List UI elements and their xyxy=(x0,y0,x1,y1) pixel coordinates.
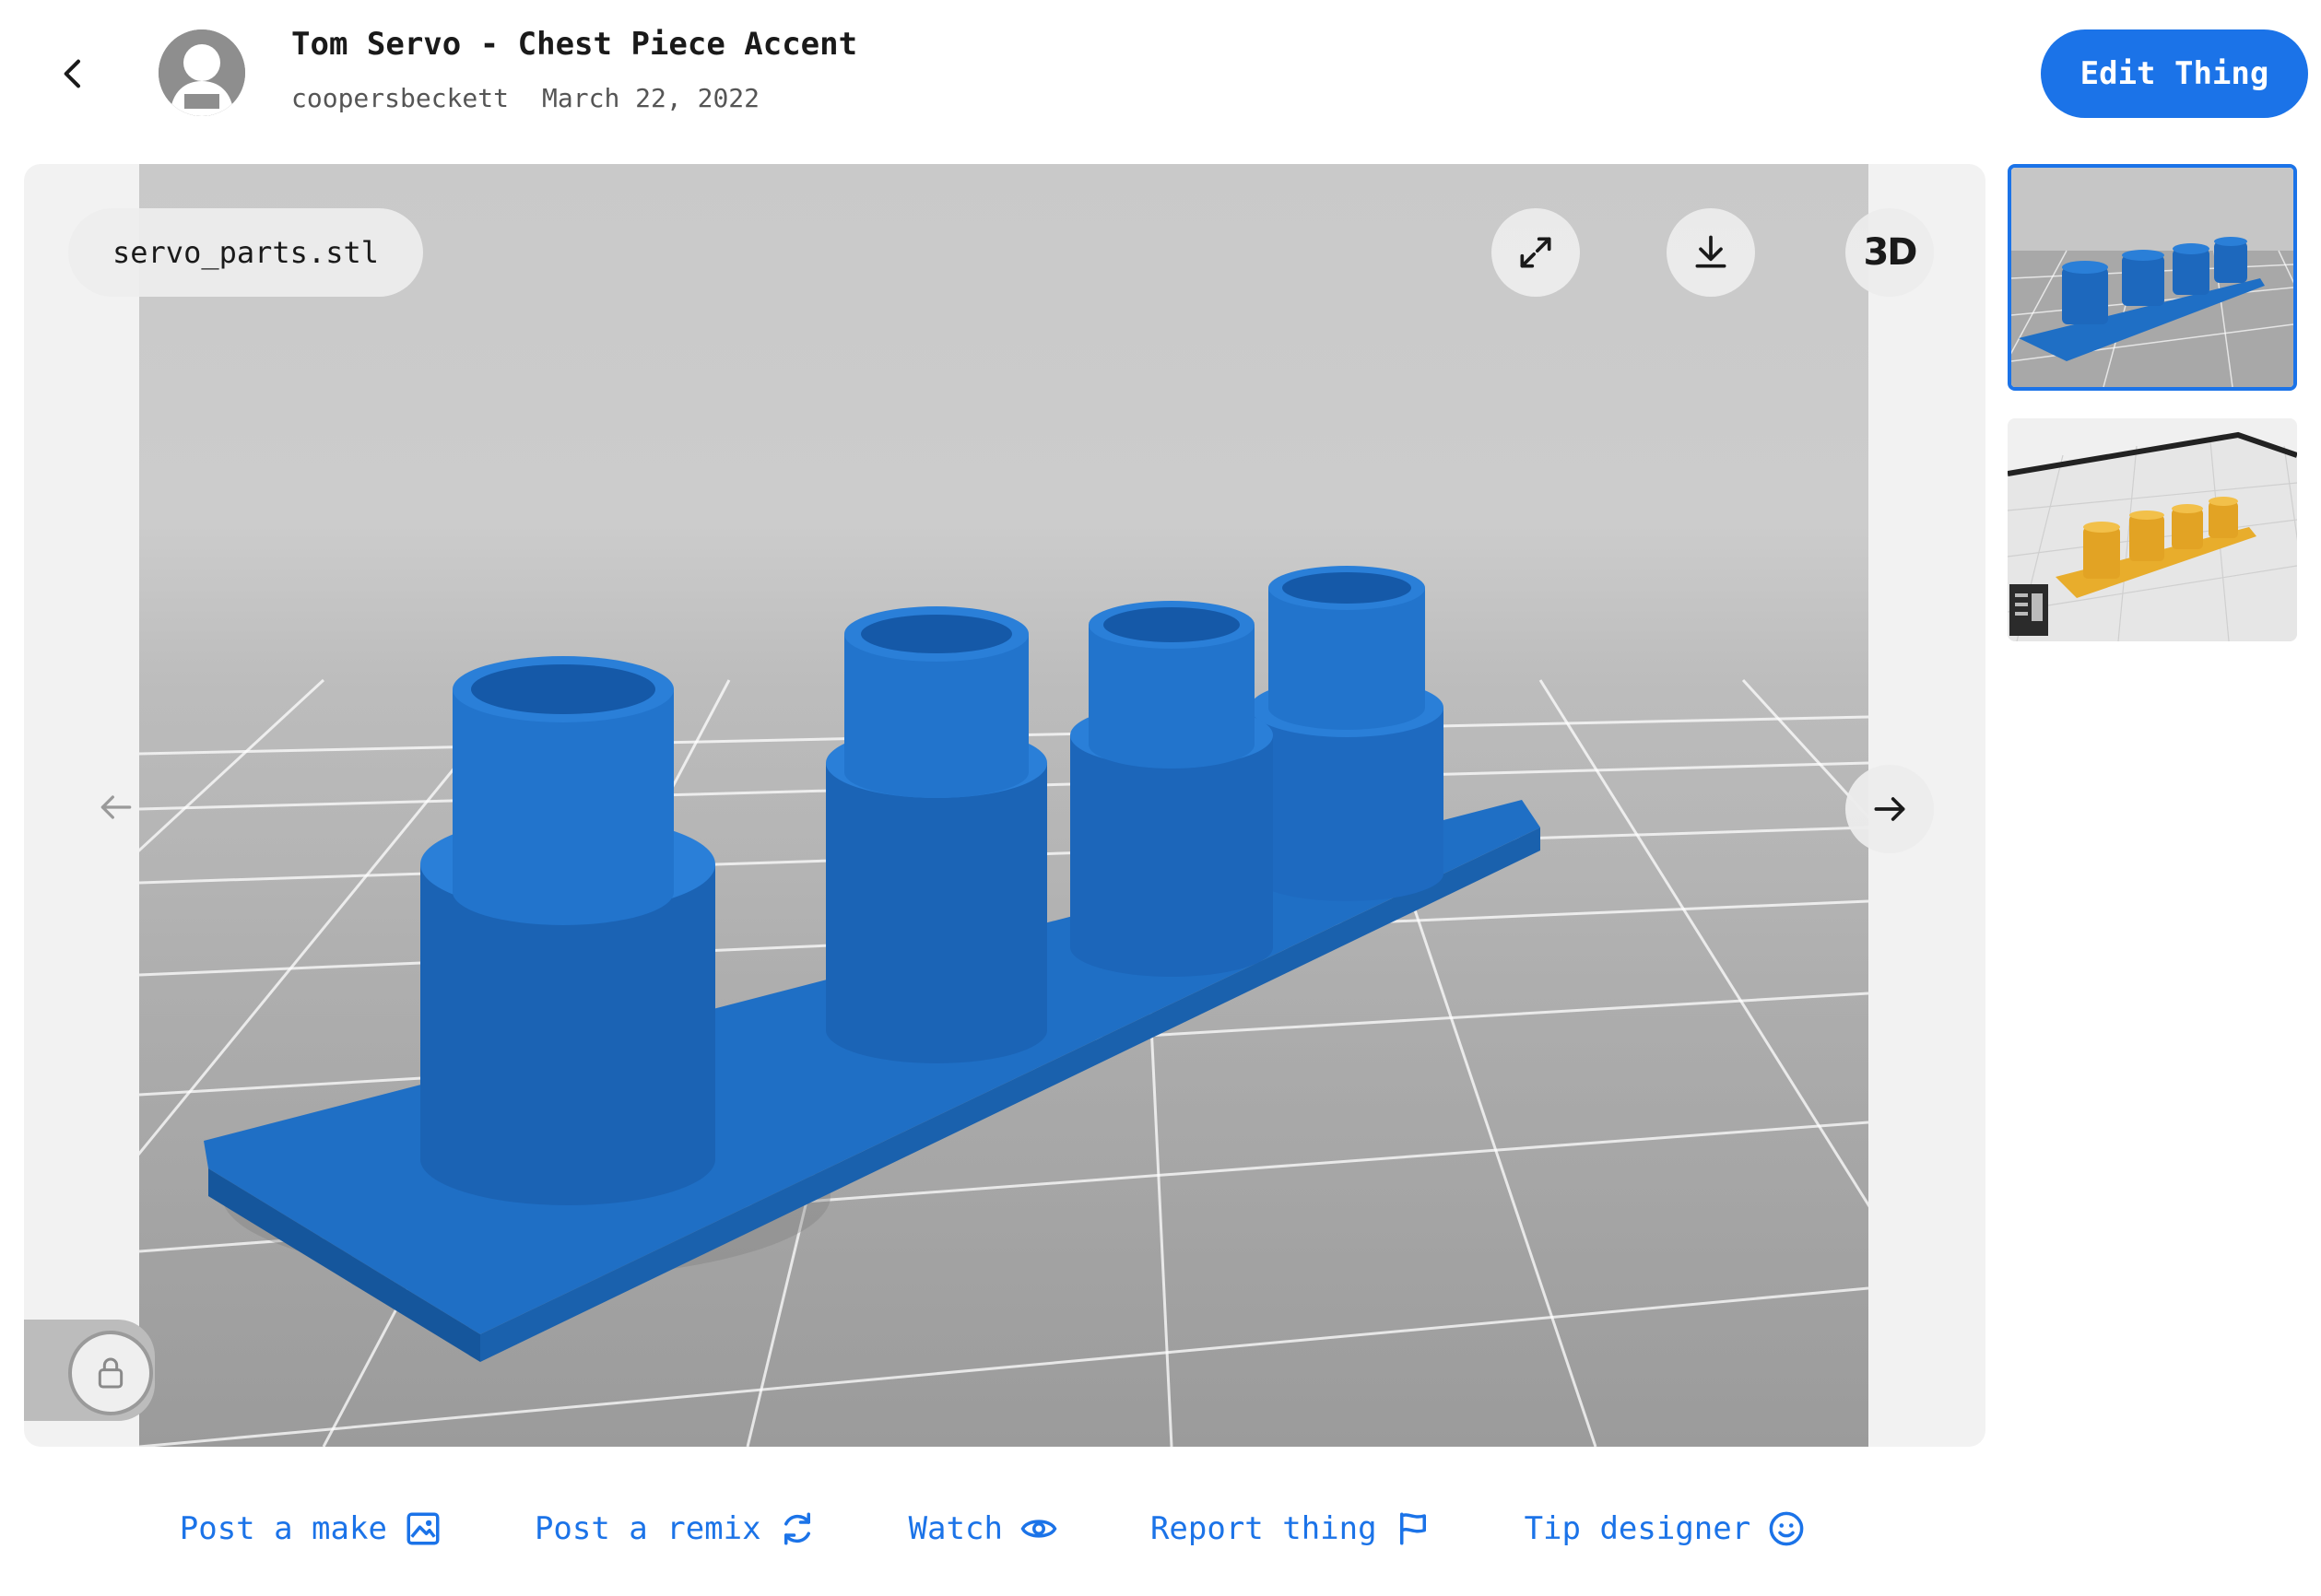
post-make-label: Post a make xyxy=(179,1510,387,1547)
model-viewer: servo_parts.stl 3D xyxy=(24,164,1985,1447)
view-3d-button[interactable]: 3D xyxy=(1845,208,1934,297)
eye-icon xyxy=(1020,1520,1057,1538)
avatar[interactable] xyxy=(159,29,245,116)
publish-date: March 22, 2022 xyxy=(542,83,760,113)
thumbnail-blue-render[interactable] xyxy=(2008,164,2297,391)
thumbnail-slicer-preview[interactable] xyxy=(2008,418,2297,641)
author-link[interactable]: coopersbeckett xyxy=(291,83,509,113)
tip-designer-button[interactable]: Tip designer xyxy=(1525,1509,1807,1548)
edit-thing-button[interactable]: Edit Thing xyxy=(2041,29,2308,118)
page-title: Tom Servo - Chest Piece Accent xyxy=(291,26,858,63)
watch-button[interactable]: Watch xyxy=(909,1509,1058,1548)
thing-meta: coopersbeckett March 22, 2022 xyxy=(291,83,760,113)
arrow-left-icon xyxy=(100,795,132,819)
lock-icon xyxy=(98,1357,124,1389)
user-avatar-icon xyxy=(159,29,245,116)
image-icon xyxy=(406,1512,440,1545)
file-name-pill[interactable]: servo_parts.stl xyxy=(68,208,423,297)
next-image-button[interactable] xyxy=(1845,765,1934,853)
back-button[interactable] xyxy=(46,46,101,101)
view-3d-icon: 3D xyxy=(1863,231,1917,274)
thumbnail-image xyxy=(2008,418,2297,641)
expand-icon xyxy=(1520,237,1551,268)
post-remix-button[interactable]: Post a remix xyxy=(535,1509,817,1548)
lock-button[interactable] xyxy=(68,1331,153,1415)
thing-actions: Post a make Post a remix Watch Report th… xyxy=(0,1509,1985,1548)
post-make-button[interactable]: Post a make xyxy=(180,1509,442,1548)
report-thing-button[interactable]: Report thing xyxy=(1150,1509,1432,1548)
post-remix-label: Post a remix xyxy=(534,1510,761,1547)
model-canvas[interactable] xyxy=(139,164,1868,1447)
remix-icon xyxy=(783,1512,810,1545)
arrow-right-icon xyxy=(1874,797,1905,821)
flag-icon xyxy=(1399,1512,1426,1545)
fullscreen-button[interactable] xyxy=(1491,208,1580,297)
thumbnail-image xyxy=(2011,168,2293,387)
previous-image-button[interactable] xyxy=(90,781,142,833)
report-thing-label: Report thing xyxy=(1149,1510,1377,1547)
download-button[interactable] xyxy=(1667,208,1755,297)
chevron-left-icon xyxy=(64,59,80,88)
watch-label: Watch xyxy=(908,1510,1003,1547)
model-render xyxy=(139,566,1868,1447)
smiley-icon xyxy=(1769,1511,1804,1546)
download-icon xyxy=(1695,235,1726,268)
tip-designer-label: Tip designer xyxy=(1524,1510,1751,1547)
